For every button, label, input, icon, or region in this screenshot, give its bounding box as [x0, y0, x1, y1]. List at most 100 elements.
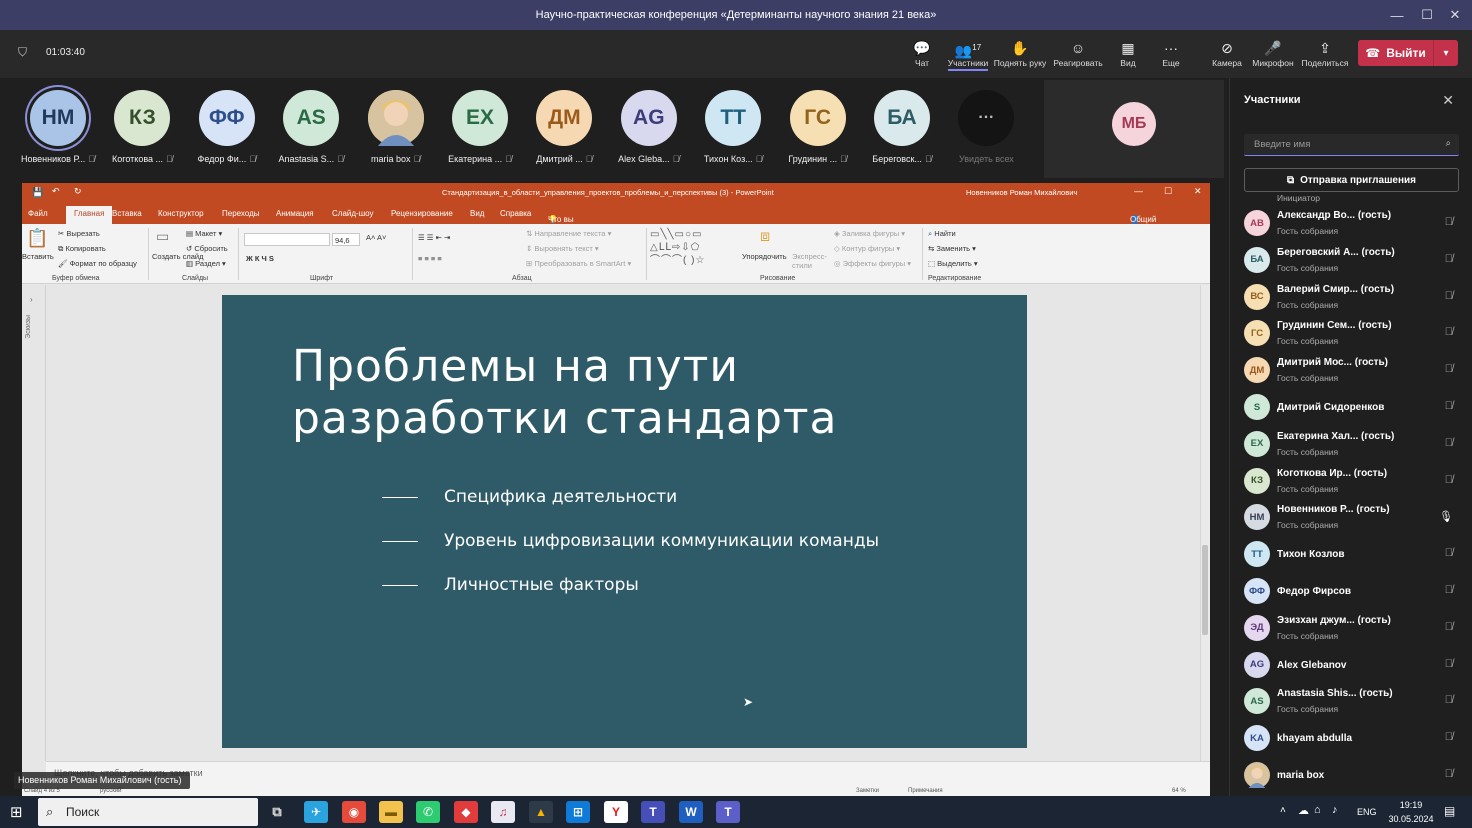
teams-icon[interactable]: T — [641, 801, 665, 823]
close-window-button[interactable]: ✕ — [1438, 0, 1472, 30]
mic-off-icon[interactable]: 🎙̸ — [1445, 326, 1453, 338]
ppt-tab[interactable]: Переходы — [222, 209, 260, 218]
mic-off-icon[interactable]: 🎙̸ — [1445, 363, 1453, 375]
anydesk-icon[interactable]: ◆ — [454, 801, 478, 823]
participant-tile[interactable]: ДМ Дмитрий ... 🎙̸ — [522, 90, 606, 164]
paste-button[interactable]: Вставить — [22, 252, 54, 261]
chevron-right-icon[interactable]: › — [30, 295, 33, 304]
replace-button[interactable]: ⇆ Заменить ▾ — [928, 244, 976, 253]
participant-tile[interactable]: ГС Грудинин ... 🎙̸ — [776, 90, 860, 164]
toolbar-button-react[interactable]: ☺ Реагировать — [1050, 38, 1106, 68]
participant-list-item[interactable]: БА Береговский А... (гость) Гость собрания… — [1244, 242, 1459, 278]
clock-time[interactable]: 19:19 — [1388, 800, 1434, 810]
participant-tile[interactable]: AS Anastasia S... 🎙̸ — [269, 90, 353, 164]
windows-start-icon[interactable]: ⊞ — [10, 803, 23, 821]
clock-date[interactable]: 30.05.2024 — [1384, 814, 1438, 824]
shape-fill-button[interactable]: ◈ Заливка фигуры ▾ — [834, 229, 905, 238]
participant-list-item[interactable]: maria box 🎙̸ — [1244, 757, 1459, 793]
vertical-scrollbar[interactable] — [1200, 285, 1210, 761]
ppt-tab[interactable]: Файл — [28, 209, 48, 218]
mic-off-icon[interactable]: 🎙̸ — [1445, 768, 1453, 780]
mic-off-icon[interactable]: 🎙̸ — [1445, 290, 1453, 302]
see-all-button[interactable]: ··· Увидеть всех — [944, 90, 1028, 164]
participant-tile[interactable]: КЗ Коготкова ... 🎙̸ — [100, 90, 184, 164]
slide-canvas[interactable]: Проблемы на пути разработки стандарта Сп… — [222, 295, 1027, 748]
ppt-tab[interactable]: Конструктор — [158, 209, 204, 218]
participant-tile[interactable]: ТТ Тихон Коз... 🎙̸ — [691, 90, 775, 164]
section-button[interactable]: ▥ Раздел ▾ — [186, 259, 226, 268]
close-icon[interactable]: ✕ — [1194, 186, 1202, 197]
mic-off-icon[interactable]: 🎙̸ — [1445, 658, 1453, 670]
mic-on-icon[interactable]: 🎙 — [1439, 510, 1453, 523]
notes-toggle[interactable]: Заметки — [856, 788, 879, 794]
zoom-level[interactable]: 64 % — [1172, 788, 1186, 794]
smartart-button[interactable]: ⊞ Преобразовать в SmartArt ▾ — [526, 259, 631, 268]
participant-list-item[interactable]: НМ Новенников Р... (гость) Гость собрания 🎙 — [1244, 499, 1459, 535]
participant-list-item[interactable]: ФФ Федор Фирсов 🎙̸ — [1244, 573, 1459, 609]
font-name-input[interactable] — [244, 233, 330, 246]
teams-meeting-icon[interactable]: T — [716, 801, 740, 823]
minimize-button[interactable]: — — [1380, 0, 1414, 30]
undo-icon[interactable]: ↶ — [52, 186, 60, 197]
mic-off-icon[interactable]: 🎙̸ — [1445, 621, 1453, 633]
participant-tile[interactable]: ЕХ Екатерина ... 🎙̸ — [438, 90, 522, 164]
participant-tile[interactable]: AG Alex Gleba... 🎙̸ — [607, 90, 691, 164]
ppt-tab[interactable]: Рецензирование — [391, 209, 453, 218]
font-grow-icon[interactable]: A˄ A˅ — [366, 233, 386, 242]
select-button[interactable]: ⬚ Выделить ▾ — [928, 259, 978, 268]
ppt-tab[interactable]: Вид — [470, 209, 484, 218]
whatsapp-icon[interactable]: ✆ — [416, 801, 440, 823]
save-icon[interactable]: 💾 — [32, 187, 43, 198]
telegram-icon[interactable]: ✈ — [304, 801, 328, 823]
participant-list-item[interactable]: ЕХ Екатерина Хал... (гость) Гость собрания… — [1244, 426, 1459, 462]
toolbar-button-more[interactable]: ··· Еще — [1143, 38, 1199, 68]
text-direction-button[interactable]: ⇅ Направление текста ▾ — [526, 229, 611, 238]
participant-list-item[interactable]: ВС Валерий Смир... (гость) Гость собрания 🎙… — [1244, 279, 1459, 315]
volume-icon[interactable]: ♪ — [1332, 804, 1338, 816]
participant-list-item[interactable]: ТТ Тихон Козлов 🎙̸ — [1244, 536, 1459, 572]
music-icon[interactable]: ♫ — [491, 801, 515, 823]
input-language[interactable]: ENG — [1357, 807, 1377, 817]
bold-button[interactable]: Ж К Ч S — [246, 254, 274, 263]
taskbar-search[interactable]: ⌕ Поиск — [38, 798, 258, 826]
participant-list-item[interactable]: АВ Александр Во... (гость) Гость собрания 🎙… — [1244, 205, 1459, 241]
participant-list-item[interactable]: КЗ Коготкова Ир... (гость) Гость собрания 🎙… — [1244, 463, 1459, 499]
notifications-icon[interactable]: ▤ — [1444, 804, 1455, 818]
toolbar-button-people[interactable]: 👥17 Участники — [940, 38, 996, 71]
mic-off-icon[interactable]: 🎙̸ — [1445, 584, 1453, 596]
find-button[interactable]: ⌕ Найти — [928, 229, 956, 239]
toolbar-button-raise-hand[interactable]: ✋ Поднять руку — [992, 38, 1048, 68]
send-invite-button[interactable]: ⧉ Отправка приглашения — [1244, 168, 1459, 192]
participant-list-item[interactable]: ДМ Дмитрий Мос... (гость) Гость собрания 🎙̸ — [1244, 352, 1459, 388]
arrange-button[interactable]: Упорядочить — [742, 252, 787, 261]
participant-list-item[interactable]: ЭД Эзизхан джум... (гость) Гость собрания 🎙… — [1244, 610, 1459, 646]
redo-icon[interactable]: ↻ — [74, 186, 82, 197]
maximize-icon[interactable]: ☐ — [1164, 186, 1172, 197]
font-size-input[interactable]: 94,6 — [332, 233, 360, 246]
participant-tile[interactable]: БА Береговск... 🎙̸ — [860, 90, 944, 164]
shapes-gallery[interactable]: ▭╲╲▭○▭ △ᒪᒪ⇨⇩⬠ ⌒⌒⌒( )☆ — [650, 228, 705, 267]
notes-field[interactable]: Щелкните, чтобы добавить заметки — [46, 761, 1210, 787]
mic-off-icon[interactable]: 🎙̸ — [1445, 216, 1453, 228]
minimize-icon[interactable]: — — [1134, 186, 1143, 196]
list-icons[interactable]: ☰ ☰ ⇤ ⇥ — [418, 233, 450, 242]
ppt-tab[interactable]: Слайд-шоу — [332, 209, 373, 218]
chrome-icon[interactable]: ◉ — [342, 801, 366, 823]
google-drive-icon[interactable]: ▲ — [529, 801, 553, 823]
participant-list-item[interactable]: AG Alex Glebanov 🎙̸ — [1244, 647, 1459, 683]
new-slide-icon[interactable]: ▭ — [156, 228, 169, 245]
chevron-up-icon[interactable]: ˄ — [1280, 805, 1286, 816]
chevron-down-icon[interactable]: ▾ — [1434, 48, 1458, 59]
align-text-button[interactable]: ⇕ Выровнять текст ▾ — [526, 244, 599, 253]
toolbar-button-mic-off[interactable]: 🎤 Микрофон — [1245, 38, 1301, 68]
leave-button[interactable]: ☎ Выйти ▾ — [1358, 40, 1458, 66]
participant-tile[interactable]: НМ Новенников Р... 🎙̸ — [16, 90, 100, 164]
arrange-icon[interactable]: ⧈ — [760, 228, 770, 246]
task-view-icon[interactable]: ⧉ — [265, 801, 289, 823]
align-icons[interactable]: ≡ ≡ ≡ ≡ — [418, 254, 442, 263]
network-icon[interactable]: ⌂ — [1314, 804, 1321, 816]
word-icon[interactable]: W — [679, 801, 703, 823]
cloud-icon[interactable]: ☁ — [1298, 804, 1309, 817]
mic-off-icon[interactable]: 🎙̸ — [1445, 474, 1453, 486]
yandex-browser-icon[interactable]: Y — [604, 801, 628, 823]
